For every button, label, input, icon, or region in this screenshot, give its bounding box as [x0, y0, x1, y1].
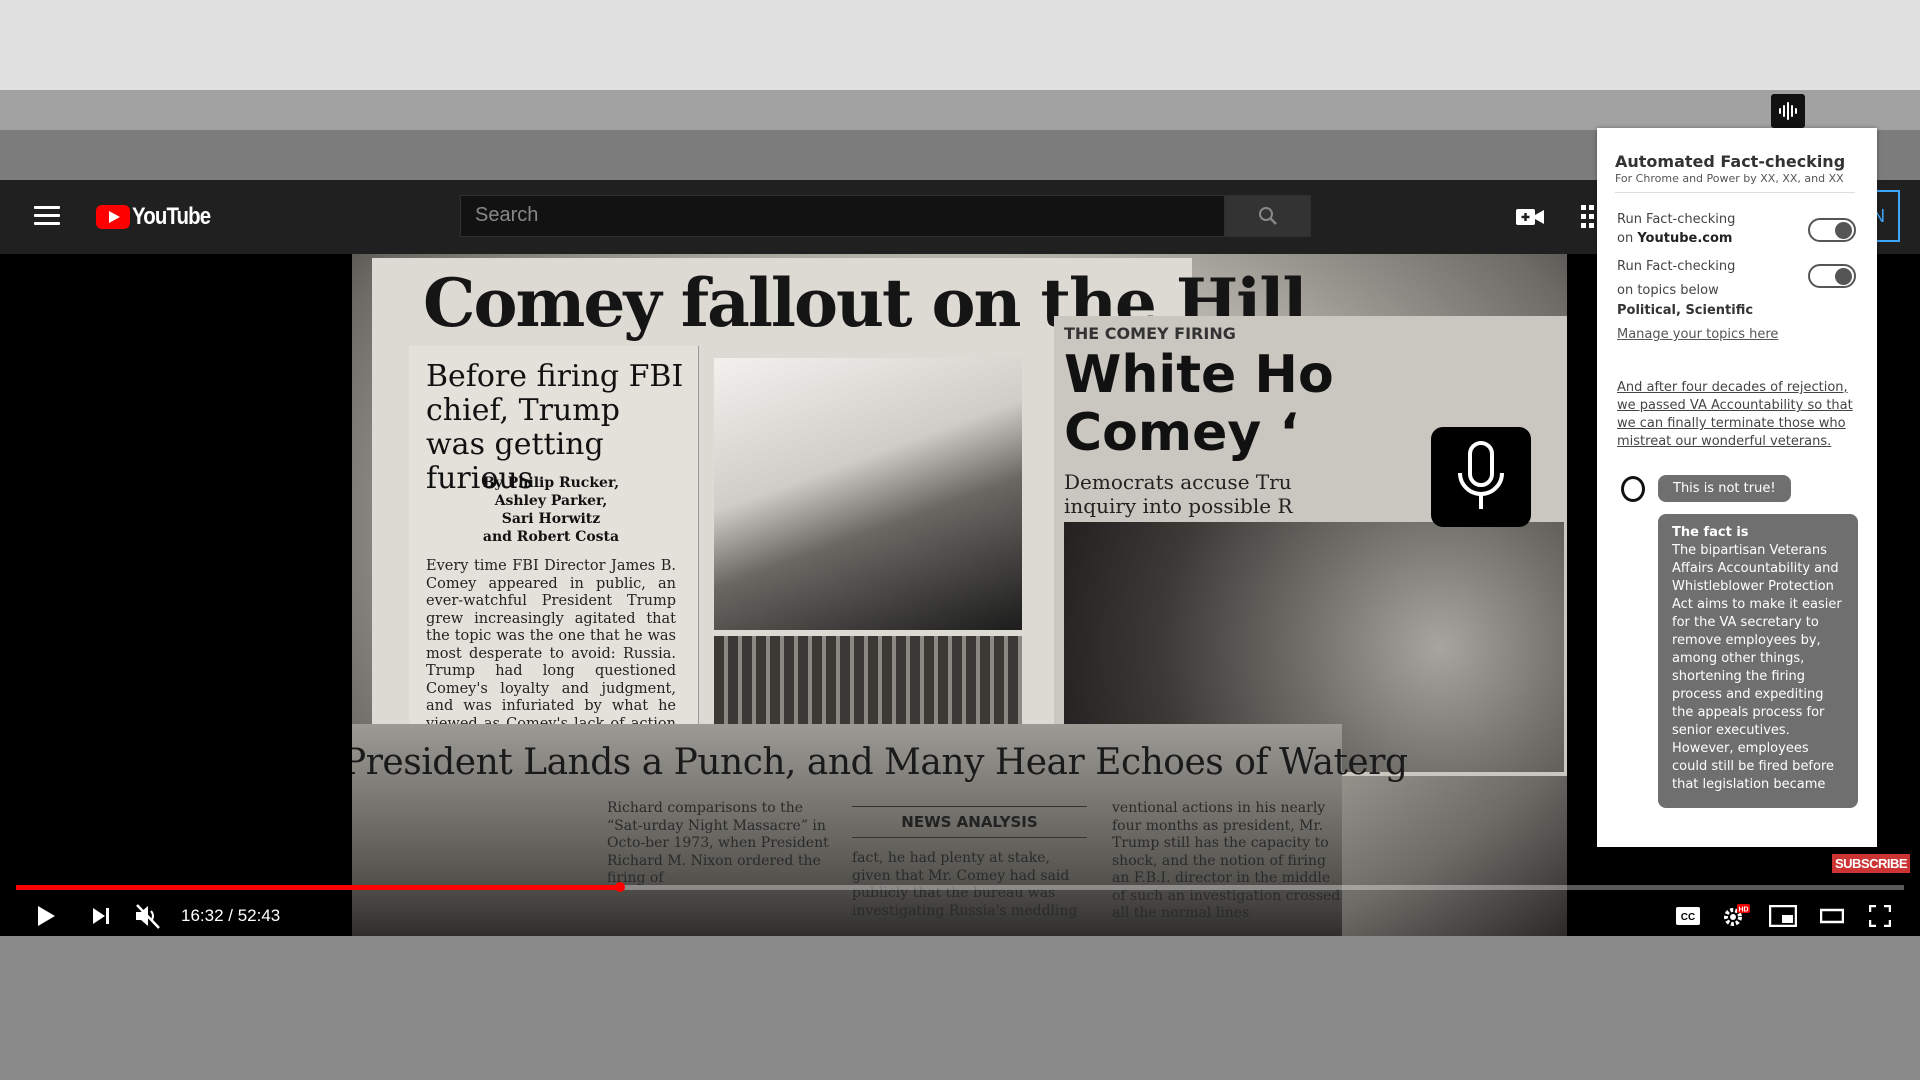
site-toggle[interactable] — [1808, 218, 1856, 242]
audio-wave-icon[interactable] — [1771, 94, 1805, 128]
byline-line: By Philip Rucker, — [482, 475, 620, 491]
play-icon[interactable] — [30, 900, 62, 932]
video-frame: Comey fallout on the Hill Before firing … — [352, 254, 1567, 936]
toggle-knob — [1835, 268, 1852, 285]
apps-icon[interactable] — [1581, 205, 1595, 229]
toggle-label-line: Run Fact-checking — [1617, 259, 1736, 274]
fact-check-panel: Automated Fact-checking For Chrome and P… — [1597, 128, 1877, 847]
toggle-label-prefix: on — [1617, 231, 1638, 246]
detected-claim[interactable]: And after four decades of rejection, we … — [1617, 379, 1862, 451]
youtube-play-logo-icon — [96, 205, 130, 229]
toggle-label-line: Run Fact-checking — [1617, 212, 1736, 227]
article-byline: By Philip Rucker, Ashley Parker, Sari Ho… — [426, 474, 676, 546]
toggle-knob — [1835, 222, 1852, 239]
theater-icon[interactable] — [1816, 900, 1848, 932]
panel-divider — [1615, 192, 1855, 193]
topics-toggle-label: Run Fact-checking on topics below — [1617, 255, 1735, 303]
dek-line: Democrats accuse Tru — [1064, 470, 1292, 494]
site-toggle-label: Run Fact-checking on Youtube.com — [1617, 210, 1735, 248]
topics-list: Political, Scientific — [1617, 303, 1754, 318]
menu-icon[interactable] — [34, 206, 60, 226]
article-dek: Democrats accuse Tru inquiry into possib… — [1064, 470, 1293, 518]
next-icon[interactable] — [85, 900, 117, 932]
time-display: 16:32 / 52:43 — [181, 906, 281, 925]
search-button[interactable] — [1225, 195, 1311, 237]
manage-topics-link[interactable]: Manage your topics here — [1617, 327, 1778, 342]
news-analysis-label: NEWS ANALYSIS — [852, 806, 1087, 838]
browser-top-bar — [0, 0, 1920, 90]
captions-icon[interactable]: CC — [1672, 900, 1704, 932]
fact-heading: The fact is — [1672, 525, 1749, 540]
search-input[interactable]: Search — [460, 195, 1225, 237]
article-body: Every time FBI Director James B. Comey a… — [426, 558, 676, 749]
toggle-label-line: on Youtube.com — [1617, 229, 1735, 248]
verdict-bubble: This is not true! — [1658, 475, 1791, 502]
svg-text:CC: CC — [1681, 912, 1695, 923]
miniplayer-icon[interactable] — [1767, 900, 1799, 932]
byline-line: Sari Horwitz — [501, 511, 601, 527]
progress-played — [16, 885, 621, 890]
byline-line: and Robert Costa — [482, 529, 620, 545]
youtube-logo[interactable]: YouTube — [96, 203, 224, 231]
byline-line: Ashley Parker, — [494, 493, 608, 509]
fact-body: The bipartisan Veterans Affairs Accounta… — [1672, 543, 1842, 792]
microphone-icon[interactable] — [1431, 427, 1531, 527]
video-camera-icon[interactable] — [1516, 207, 1544, 227]
progress-bar[interactable] — [16, 882, 1904, 892]
svg-text:HD: HD — [1738, 907, 1748, 914]
panel-subtitle: For Chrome and Power by XX, XX, and XX — [1615, 172, 1844, 185]
headline-third: President Lands a Punch, and Many Hear E… — [352, 742, 1408, 783]
fullscreen-icon[interactable] — [1864, 900, 1896, 932]
player-controls: 16:32 / 52:43 CC HD — [0, 896, 1920, 936]
headline-second-line: Comey ‘ — [1064, 403, 1300, 463]
settings-icon[interactable]: HD — [1720, 900, 1752, 932]
search-icon — [1259, 207, 1277, 225]
panel-title: Automated Fact-checking — [1615, 152, 1846, 171]
article-column-left: Richard comparisons to the “Sat-urday Ni… — [607, 800, 829, 886]
headline-second-line: White Ho — [1064, 345, 1334, 405]
topics-toggle[interactable] — [1808, 264, 1856, 288]
article-kicker: THE COMEY FIRING — [1064, 324, 1236, 343]
subscribe-watermark[interactable]: SUBSCRIBE — [1832, 854, 1911, 873]
mute-icon[interactable] — [132, 900, 164, 932]
dek-line: inquiry into possible R — [1064, 494, 1293, 518]
browser-tab-strip — [0, 90, 1920, 130]
headline-second: White Ho Comey ‘ — [1064, 346, 1334, 462]
news-photo-portrait — [714, 358, 1022, 630]
fact-bubble: The fact is The bipartisan Veterans Affa… — [1658, 514, 1858, 808]
logo-text: YouTube — [132, 203, 211, 230]
toggle-label-line: on topics below — [1617, 283, 1719, 298]
assistant-icon — [1621, 476, 1645, 502]
site-name: Youtube.com — [1637, 231, 1733, 246]
